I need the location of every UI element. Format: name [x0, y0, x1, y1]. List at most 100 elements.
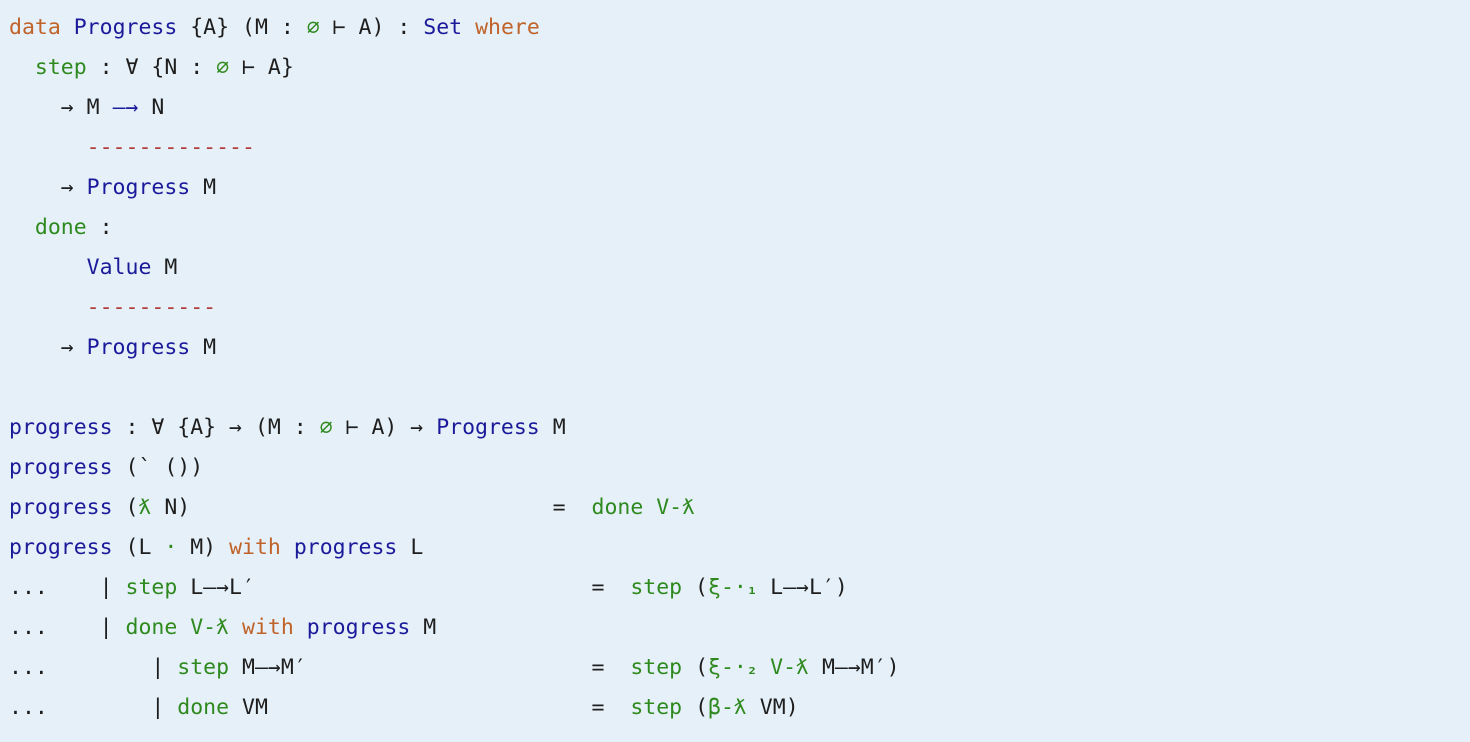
- code-token-text: : ∀ {N :: [86, 55, 217, 80]
- code-token-ctor: β-ƛ: [708, 695, 747, 720]
- code-token-text: M—→M′ =: [229, 655, 631, 680]
- code-token-type: progress: [9, 495, 113, 520]
- code-token-text: ... |: [9, 655, 178, 680]
- code-line: ... | step M—→M′ = step (ξ-·₂ V-ƛ M—→M′): [9, 648, 1470, 688]
- code-token-text: N) =: [151, 495, 592, 520]
- code-line: ... | done V-ƛ with progress M: [9, 608, 1470, 648]
- code-token-text: :: [86, 215, 113, 240]
- code-line: ----------: [9, 288, 1470, 328]
- code-token-type: progress: [306, 615, 411, 640]
- code-token-text: (L: [112, 535, 165, 560]
- code-token-keyword: data: [9, 15, 61, 40]
- agda-code-block: data Progress {A} (M : ∅ ⊢ A) : Set wher…: [0, 0, 1470, 742]
- code-token-text: M: [190, 175, 217, 200]
- code-token-type: Progress: [73, 15, 178, 40]
- code-token-type: —→: [112, 95, 139, 120]
- code-token-ctor: V-ƛ: [770, 655, 810, 680]
- code-token-type: progress: [9, 415, 113, 440]
- code-token-type: Progress: [436, 415, 540, 440]
- code-token-text: (: [682, 655, 709, 680]
- code-token-ctor: step: [630, 655, 683, 680]
- code-token-text: VM): [746, 695, 799, 720]
- code-token-text: L—→L′ =: [177, 575, 631, 600]
- code-token-type: Value: [86, 255, 152, 280]
- code-token-text: : ∀ {A} → (M :: [112, 415, 320, 440]
- code-token-ctor: ∅: [319, 415, 333, 440]
- code-token-text: L: [397, 535, 424, 560]
- code-token-text: ... |: [9, 615, 126, 640]
- code-token-type: progress: [293, 535, 398, 560]
- code-token-rule: -------------: [86, 135, 255, 160]
- code-token-ctor: ∅: [306, 15, 320, 40]
- code-token-ctor: ·: [164, 535, 178, 560]
- code-token-type: Progress: [86, 335, 191, 360]
- code-token-ctor: step: [630, 695, 683, 720]
- code-token-rule: ----------: [86, 295, 217, 320]
- code-token-ctor: ₂: [746, 659, 758, 679]
- code-token-ctor: done: [177, 695, 230, 720]
- code-token-text: ⊢ A}: [229, 55, 294, 80]
- code-token-text: L—→L′): [757, 575, 848, 600]
- code-line: ... | done VM = step (β-ƛ VM): [9, 688, 1470, 728]
- code-token-ctor: step: [125, 575, 178, 600]
- code-token-type: progress: [9, 535, 113, 560]
- code-token-ctor: ₁: [746, 579, 758, 599]
- code-token-text: M): [177, 535, 230, 560]
- code-token-ctor: step: [177, 655, 230, 680]
- code-line: progress (L · M) with progress L: [9, 528, 1470, 568]
- code-line: progress : ∀ {A} → (M : ∅ ⊢ A) → Progres…: [9, 408, 1470, 448]
- code-token-ctor: step: [630, 575, 683, 600]
- code-line: → Progress M: [9, 328, 1470, 368]
- code-token-ctor: step: [34, 55, 87, 80]
- code-token-ctor: ƛ: [138, 495, 152, 520]
- code-token-text: {A} (M :: [177, 15, 307, 40]
- code-token-ctor: ξ-·: [708, 575, 747, 600]
- code-token-text: ⊢ A) →: [332, 415, 437, 440]
- code-token-text: →: [9, 335, 87, 360]
- code-token-text: (` ()): [112, 455, 204, 480]
- code-token-text: (: [112, 495, 139, 520]
- code-token-ctor: done V-ƛ: [125, 615, 230, 640]
- code-token-text: (: [682, 575, 708, 600]
- code-token-text: M: [410, 615, 437, 640]
- code-token-text: M: [190, 335, 217, 360]
- code-token-text: ... |: [9, 695, 178, 720]
- code-token-type: Set: [423, 15, 463, 40]
- code-line: progress (` ()): [9, 448, 1470, 488]
- code-line: ... | step L—→L′ = step (ξ-·₁ L—→L′): [9, 568, 1470, 608]
- code-token-text: ... |: [9, 575, 126, 600]
- code-token-text: M—→M′): [809, 655, 900, 680]
- code-line: step : ∀ {N : ∅ ⊢ A}: [9, 48, 1470, 88]
- code-line: progress (ƛ N) = done V-ƛ: [9, 488, 1470, 528]
- code-line: → Progress M: [9, 168, 1470, 208]
- code-line: Value M: [9, 248, 1470, 288]
- code-token-text: → M: [9, 95, 113, 120]
- code-token-text: →: [9, 175, 87, 200]
- code-line: → M —→ N: [9, 88, 1470, 128]
- code-token-type: progress: [9, 455, 113, 480]
- code-token-text: N: [138, 95, 165, 120]
- code-token-keyword: where: [475, 15, 540, 40]
- code-line: data Progress {A} (M : ∅ ⊢ A) : Set wher…: [9, 8, 1470, 48]
- code-token-ctor: ξ-·: [708, 655, 747, 680]
- code-line: -------------: [9, 128, 1470, 168]
- code-token-text: M: [539, 415, 566, 440]
- code-token-ctor: done V-ƛ: [591, 495, 696, 520]
- code-token-text: M: [151, 255, 178, 280]
- code-token-ctor: ∅: [216, 55, 230, 80]
- code-token-text: ⊢ A) :: [319, 15, 424, 40]
- code-line: done :: [9, 208, 1470, 248]
- code-token-ctor: done: [34, 215, 87, 240]
